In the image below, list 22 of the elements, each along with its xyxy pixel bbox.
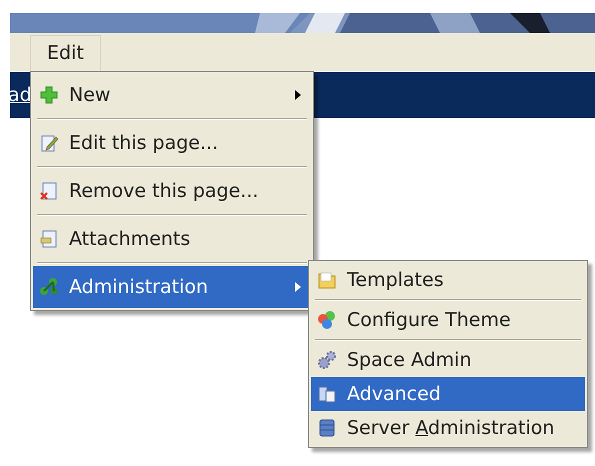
menu-item[interactable]: Server Administration — [311, 411, 585, 445]
database-icon — [317, 418, 337, 438]
menu-item[interactable]: Administration — [33, 266, 311, 308]
page-delete-icon — [39, 181, 59, 201]
menu-item[interactable]: Remove this page... — [33, 170, 311, 212]
document-icon — [39, 229, 59, 249]
table-page-icon — [317, 384, 337, 404]
plus-icon — [39, 85, 59, 105]
menu-item[interactable]: Advanced — [311, 377, 585, 411]
menu-item[interactable]: Attachments — [33, 218, 311, 260]
network-icon — [39, 277, 59, 297]
menu-item[interactable]: Configure Theme — [311, 303, 585, 337]
menu-bar-item[interactable]: Edit — [30, 35, 101, 71]
menu-item[interactable]: New — [33, 74, 311, 116]
menu-item[interactable]: Edit this page... — [33, 122, 311, 164]
page-link[interactable]: ad — [8, 80, 32, 110]
gears-icon — [317, 350, 337, 370]
color-circles-icon — [317, 310, 337, 330]
menu-item[interactable]: Space Admin — [311, 343, 585, 377]
menu-item[interactable]: Templates — [311, 263, 585, 297]
folder-icon — [317, 270, 337, 290]
pencil-page-icon — [39, 133, 59, 153]
